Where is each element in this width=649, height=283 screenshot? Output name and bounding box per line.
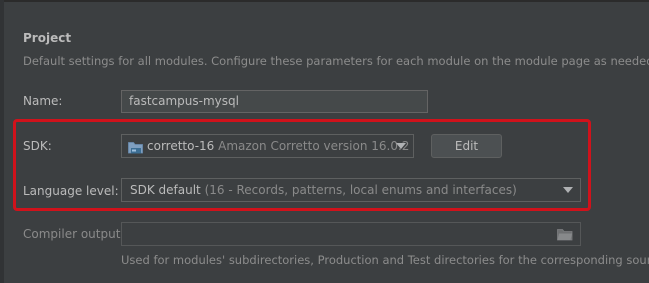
compiler-output-helper-text: Used for modules' subdirectories, Produc… (121, 253, 649, 267)
top-divider (0, 0, 649, 2)
section-title: Project (23, 31, 72, 45)
section-description: Default settings for all modules. Config… (23, 54, 649, 68)
folder-browse-icon[interactable] (557, 227, 573, 245)
left-gutter (0, 0, 4, 283)
highlight-box (13, 119, 591, 211)
compiler-output-field[interactable] (121, 222, 581, 246)
name-label: Name: (23, 94, 63, 108)
name-field[interactable]: fastcampus-mysql (121, 90, 428, 113)
compiler-output-label: Compiler output: (23, 227, 125, 241)
